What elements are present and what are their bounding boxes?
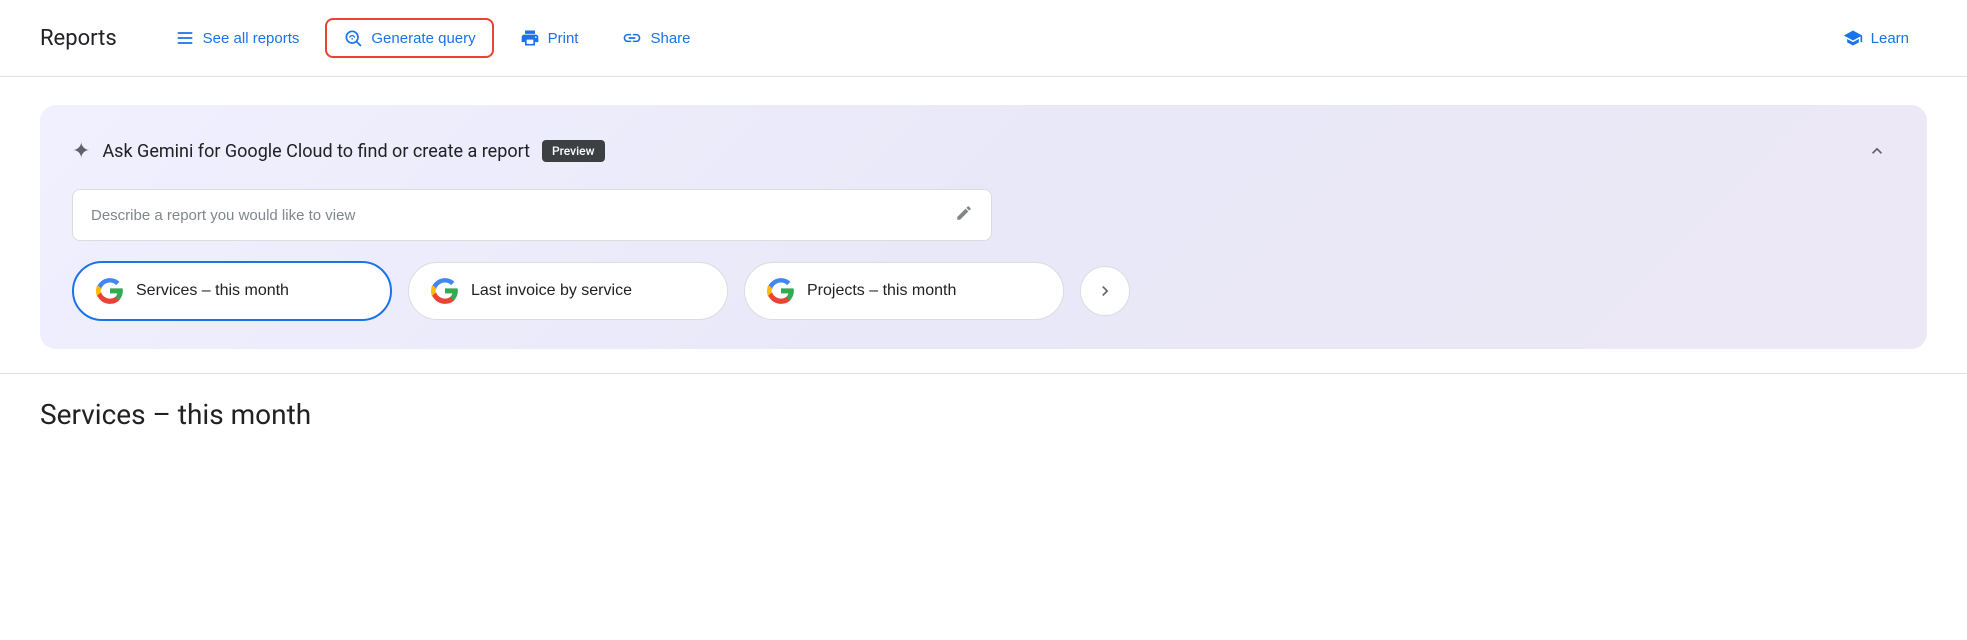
generate-query-button[interactable]: Generate query bbox=[325, 18, 493, 58]
page-title: Reports bbox=[40, 26, 117, 51]
share-button[interactable]: Share bbox=[604, 18, 708, 58]
quick-reports-container: Services – this month Last invoice by se… bbox=[72, 261, 1895, 321]
learn-icon bbox=[1843, 28, 1863, 48]
gemini-card-header: ✦ Ask Gemini for Google Cloud to find or… bbox=[72, 133, 1895, 169]
chip-projects-label: Projects – this month bbox=[807, 282, 956, 300]
chips-next-button[interactable] bbox=[1080, 266, 1130, 316]
share-label: Share bbox=[650, 30, 690, 47]
chip-services-this-month[interactable]: Services – this month bbox=[72, 261, 392, 321]
chip-services-label: Services – this month bbox=[136, 282, 289, 300]
sparkle-icon: ✦ bbox=[72, 139, 90, 164]
section-title: Services – this month bbox=[0, 374, 1967, 439]
learn-label: Learn bbox=[1871, 30, 1909, 47]
chip-last-invoice-label: Last invoice by service bbox=[471, 282, 632, 300]
gcloud-icon-2 bbox=[431, 277, 459, 305]
share-icon bbox=[622, 28, 642, 48]
gcloud-icon-3 bbox=[767, 277, 795, 305]
list-icon bbox=[175, 28, 195, 48]
chip-projects-this-month[interactable]: Projects – this month bbox=[744, 262, 1064, 320]
preview-badge: Preview bbox=[542, 140, 605, 162]
generate-query-icon bbox=[343, 28, 363, 48]
chip-last-invoice[interactable]: Last invoice by service bbox=[408, 262, 728, 320]
gemini-search-container[interactable] bbox=[72, 189, 992, 241]
collapse-button[interactable] bbox=[1859, 133, 1895, 169]
gemini-title-row: ✦ Ask Gemini for Google Cloud to find or… bbox=[72, 139, 605, 164]
gemini-title: Ask Gemini for Google Cloud to find or c… bbox=[102, 141, 530, 162]
edit-icon bbox=[955, 204, 973, 226]
toolbar: Reports See all reports bbox=[0, 0, 1967, 77]
print-label: Print bbox=[548, 30, 579, 47]
learn-button[interactable]: Learn bbox=[1825, 18, 1927, 58]
print-icon bbox=[520, 28, 540, 48]
print-button[interactable]: Print bbox=[502, 18, 597, 58]
gcloud-icon-1 bbox=[96, 277, 124, 305]
see-all-reports-label: See all reports bbox=[203, 30, 300, 47]
gemini-search-input[interactable] bbox=[91, 207, 955, 224]
generate-query-label: Generate query bbox=[371, 30, 475, 47]
toolbar-actions: See all reports Generate query Print bbox=[157, 18, 991, 58]
gemini-card: ✦ Ask Gemini for Google Cloud to find or… bbox=[40, 105, 1927, 349]
see-all-reports-button[interactable]: See all reports bbox=[157, 18, 318, 58]
